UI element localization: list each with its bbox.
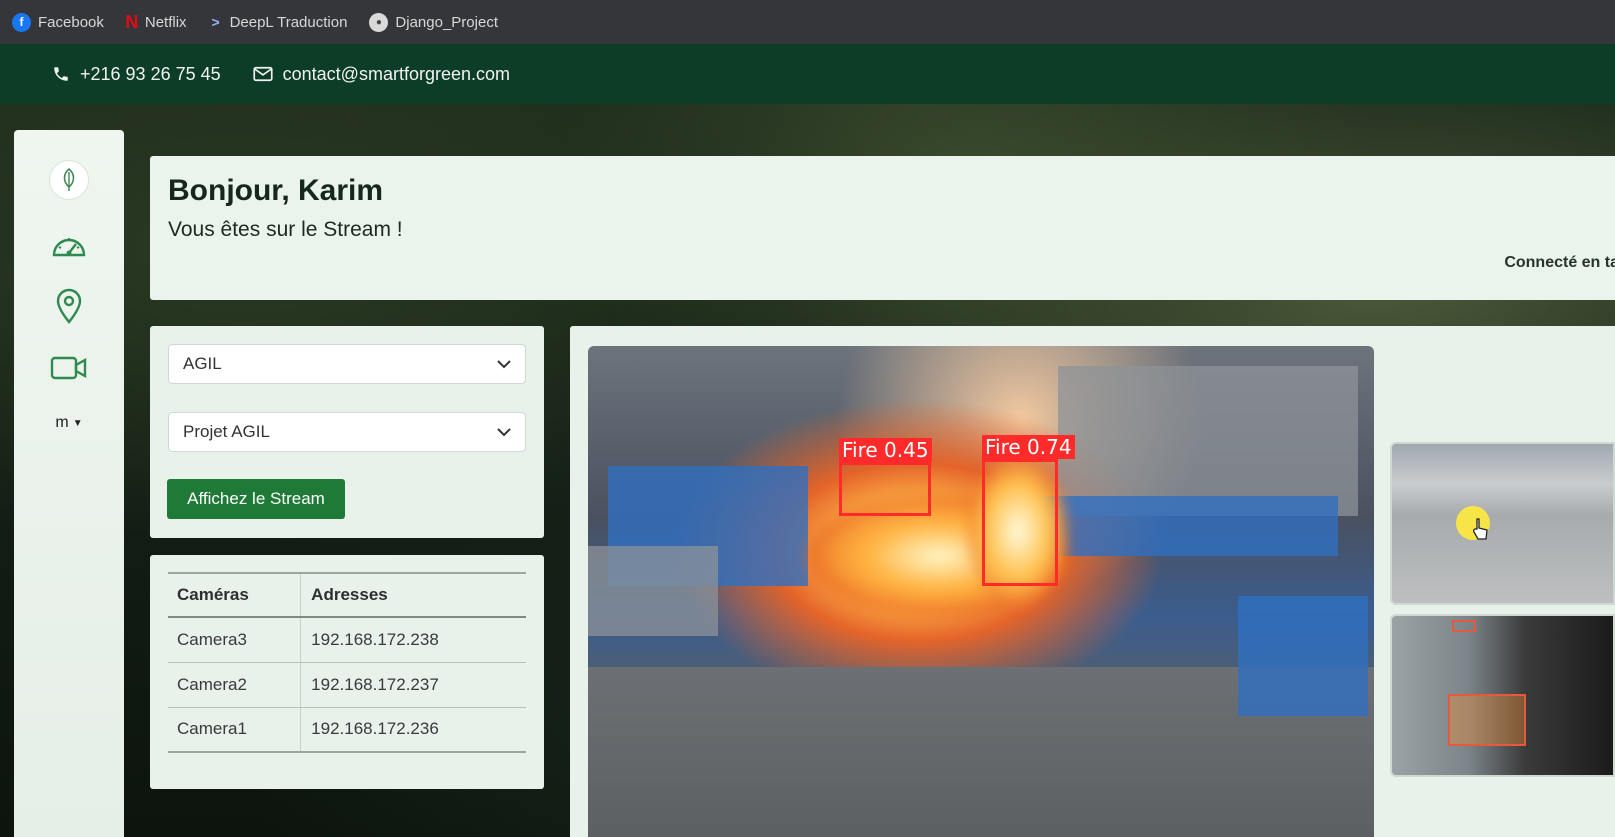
detection-label: Fire 0.45 [839, 438, 932, 462]
netflix-icon: N [125, 11, 139, 32]
table-header-row: Caméras Adresses [168, 572, 526, 618]
greeting-card: Bonjour, Karim Vous êtes sur le Stream !… [150, 156, 1615, 300]
bookmark-facebook[interactable]: f Facebook [12, 12, 104, 32]
phone-icon [54, 67, 68, 81]
table-row[interactable]: Camera3 192.168.172.238 [168, 617, 526, 663]
project-select-value: Projet AGIL [183, 422, 270, 441]
avatar: m [55, 414, 69, 431]
detection-box [1448, 694, 1526, 746]
project-select[interactable]: Projet AGIL [168, 412, 526, 452]
facebook-icon: f [12, 12, 31, 32]
detection-box [1452, 620, 1476, 632]
column-header-addresses: Adresses [300, 572, 526, 618]
camera-address: 192.168.172.236 [300, 707, 526, 753]
camera-address: 192.168.172.238 [300, 617, 526, 663]
detection-box [839, 462, 931, 516]
location-pin-icon[interactable] [49, 288, 89, 324]
bookmark-django[interactable]: ● Django_Project [369, 12, 498, 32]
page-subtitle: Vous êtes sur le Stream ! [168, 218, 403, 241]
table-row[interactable]: Camera2 192.168.172.237 [168, 662, 526, 708]
sidebar: m ▼ [14, 130, 124, 837]
camera-name: Camera2 [168, 662, 301, 708]
speedometer-icon[interactable] [49, 226, 89, 262]
bookmark-netflix[interactable]: N Netflix [125, 11, 187, 32]
bookmark-label: Facebook [38, 13, 104, 31]
camera-name: Camera3 [168, 617, 301, 663]
table-row[interactable]: Camera1 192.168.172.236 [168, 707, 526, 753]
chevron-down-icon [497, 427, 511, 436]
connection-status: Connecté en ta [1504, 254, 1615, 271]
main-video-stream[interactable]: Fire 0.45 Fire 0.74 [588, 346, 1374, 837]
column-header-cameras: Caméras [168, 572, 301, 618]
video-machinery [588, 546, 718, 636]
camera-name: Camera1 [168, 707, 301, 753]
contact-bar: +216 93 26 75 45 contact@smartforgreen.c… [0, 44, 1615, 104]
bookmarks-bar: f Facebook N Netflix > DeepL Traduction … [0, 0, 1615, 44]
video-machinery [1058, 366, 1358, 516]
envelope-icon [253, 66, 273, 82]
bookmark-deepl[interactable]: > DeepL Traduction [209, 13, 348, 32]
bookmark-label: Django_Project [395, 13, 498, 31]
contact-email[interactable]: contact@smartforgreen.com [253, 64, 510, 85]
contact-phone[interactable]: +216 93 26 75 45 [52, 64, 221, 85]
page-title: Bonjour, Karim [168, 174, 384, 207]
phone-number: +216 93 26 75 45 [80, 63, 221, 84]
user-menu[interactable]: m ▼ [55, 414, 82, 432]
detection-box [982, 459, 1058, 586]
hand-cursor-icon [1473, 518, 1488, 540]
leaf-logo-icon[interactable] [49, 160, 89, 200]
django-icon: ● [369, 12, 389, 32]
stream-selection-card: AGIL Projet AGIL Affichez le Stream [150, 326, 544, 538]
cameras-table-card: Caméras Adresses Camera3 192.168.172.238… [150, 555, 544, 789]
caret-down-icon: ▼ [72, 417, 83, 429]
company-select-value: AGIL [183, 354, 222, 373]
bookmark-label: DeepL Traduction [229, 13, 348, 31]
video-machinery [1038, 496, 1338, 556]
chevron-down-icon [497, 359, 511, 368]
email-address: contact@smartforgreen.com [282, 63, 510, 84]
camera-address: 192.168.172.237 [300, 662, 526, 708]
camera-thumbnail[interactable] [1390, 614, 1615, 777]
camera-thumbnail[interactable] [1390, 442, 1615, 605]
deepl-icon: > [211, 14, 220, 30]
bookmark-label: Netflix [144, 13, 187, 31]
cameras-table: Caméras Adresses Camera3 192.168.172.238… [168, 572, 526, 753]
show-stream-button[interactable]: Affichez le Stream [167, 479, 345, 519]
company-select[interactable]: AGIL [168, 344, 526, 384]
video-machinery [1238, 596, 1368, 716]
detection-label: Fire 0.74 [982, 435, 1075, 459]
video-camera-icon[interactable] [49, 350, 89, 386]
